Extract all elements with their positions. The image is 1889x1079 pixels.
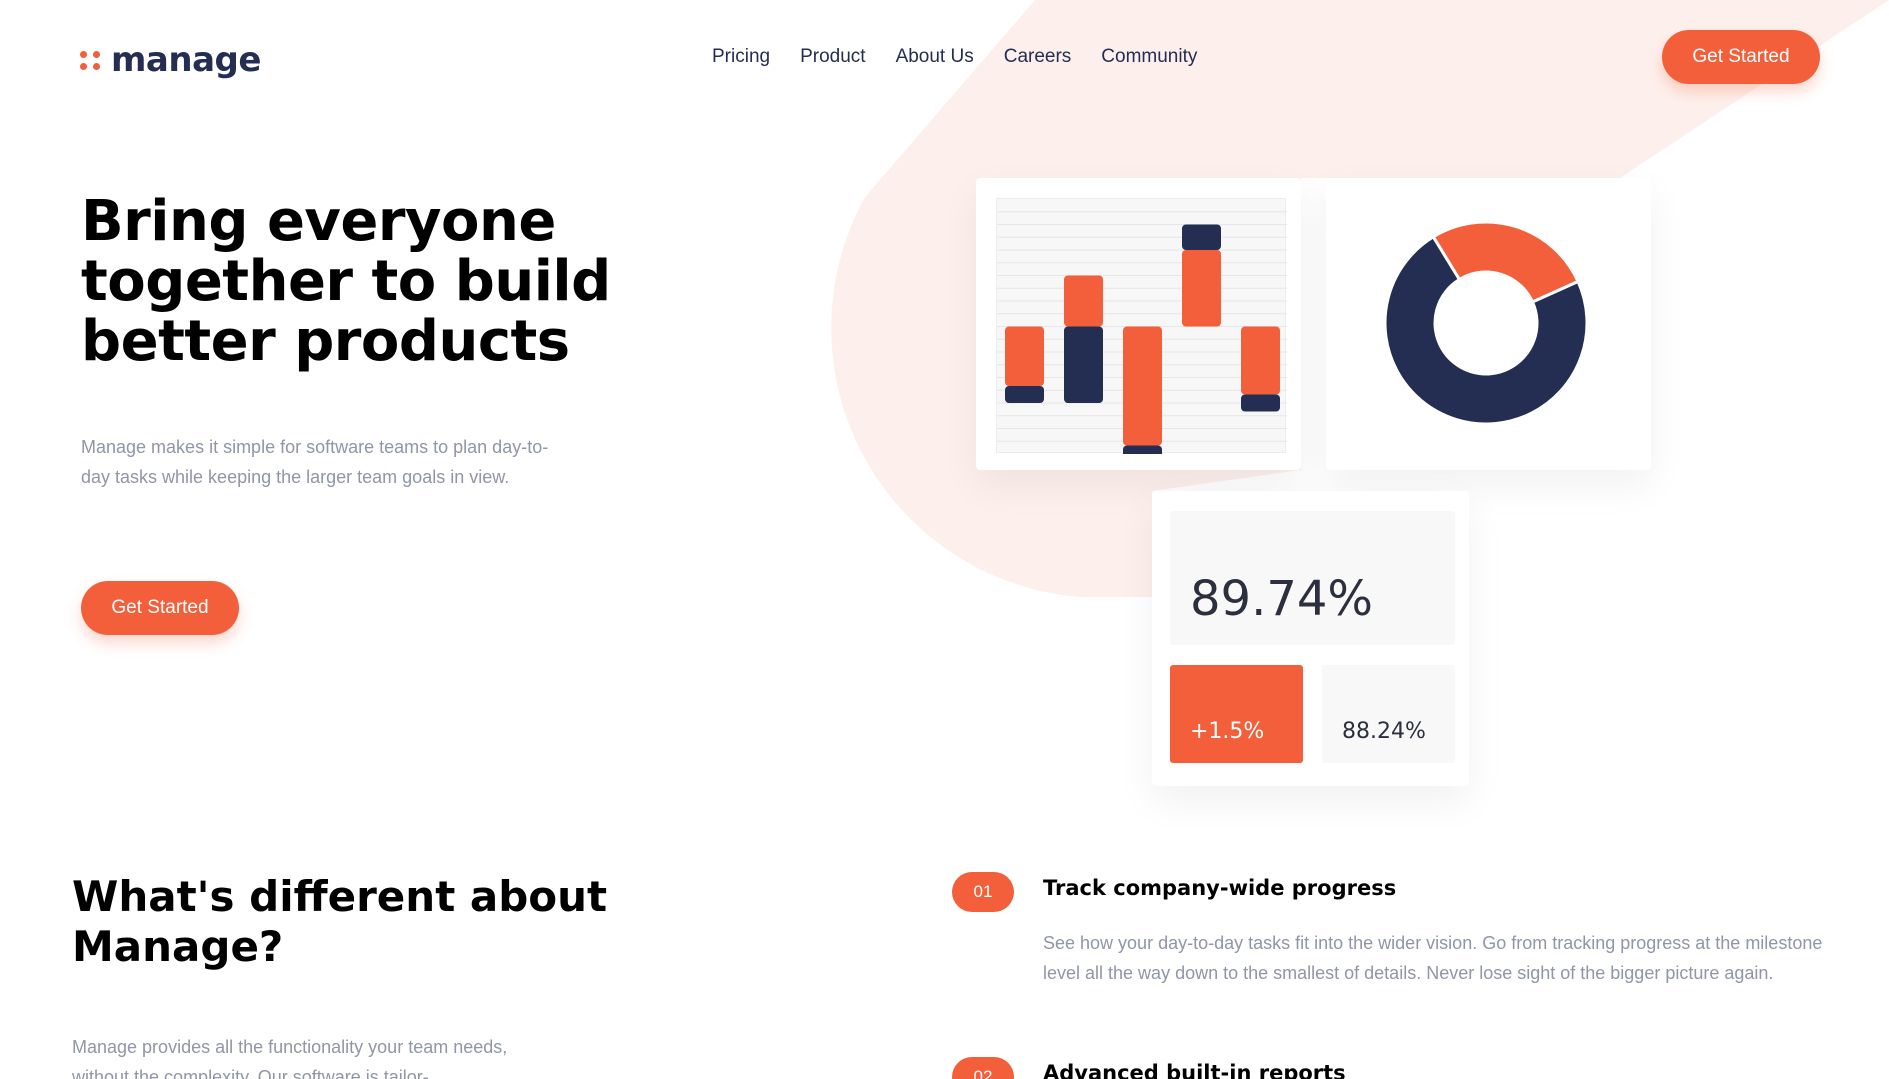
bar-segment-navy [1005,386,1044,403]
nav-link-careers[interactable]: Careers [1004,46,1072,68]
stat-secondary-value: 88.24% [1342,719,1426,744]
stat-secondary-tile: 88.24% [1322,665,1455,763]
bar-segment-navy [1123,445,1162,454]
main-nav: Pricing Product About Us Careers Communi… [712,46,1197,68]
bar-segment-orange [1241,326,1280,395]
brand-logo[interactable]: manage [80,40,261,80]
bar-chart [996,198,1287,454]
hero-title: Bring everyone together to build better … [81,189,611,374]
feature-title: Advanced built-in reports [1043,1061,1346,1079]
bar-segment-orange [1005,326,1044,386]
logo-dots-icon [80,50,101,70]
feature-number-badge: 01 [952,872,1014,912]
donut-chart-card [1326,178,1651,470]
nav-link-pricing[interactable]: Pricing [712,46,770,68]
nav-link-product[interactable]: Product [800,46,865,68]
hero-description: Manage makes it simple for software team… [81,437,549,487]
bar-segment-navy [1241,394,1280,412]
feature-description: See how your day-to-day tasks fit into t… [1043,933,1823,983]
bar-segment-navy [1064,326,1103,403]
bar-segment-orange [1182,250,1221,327]
stat-main-value: 89.74% [1190,571,1374,627]
stat-main-tile: 89.74% [1170,511,1455,645]
bar-chart-card [976,178,1301,470]
section-description: Manage provides all the functionality yo… [72,1037,508,1079]
stat-change-value: +1.5% [1190,719,1265,744]
nav-link-about-us[interactable]: About Us [896,46,974,68]
brand-name: manage [111,40,261,80]
bar-segment-navy [1182,224,1221,250]
stat-change-tile: +1.5% [1170,665,1303,763]
donut-chart [1383,220,1589,426]
section-title: What's different about Manage? [72,872,608,971]
feature-title: Track company-wide progress [1043,876,1397,900]
header-get-started-button[interactable]: Get Started [1662,30,1820,84]
feature-number-badge: 02 [952,1057,1014,1079]
bar-segment-orange [1064,275,1103,327]
stats-card: 89.74% +1.5% 88.24% [1152,491,1469,786]
bar-segment-orange [1123,326,1162,446]
nav-link-community[interactable]: Community [1101,46,1197,68]
hero-get-started-button[interactable]: Get Started [81,581,239,635]
